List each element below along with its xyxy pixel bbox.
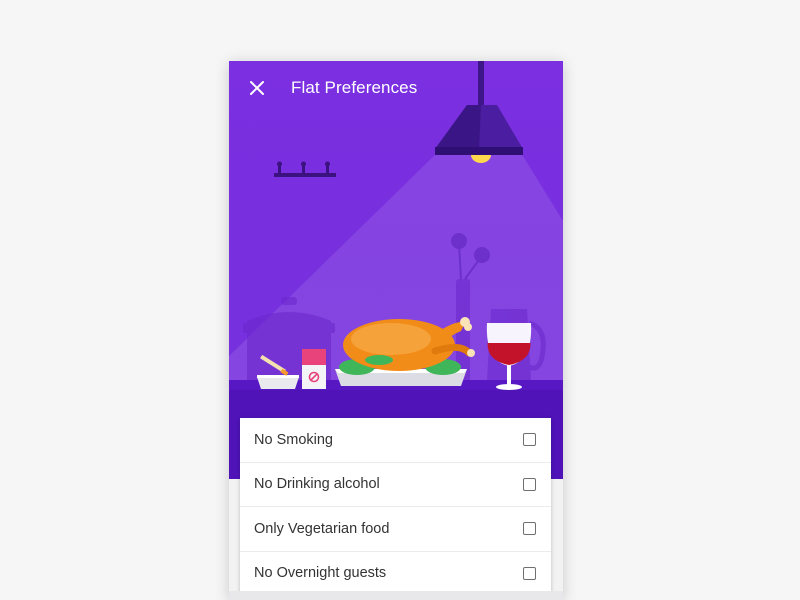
phone-screen: Flat Preferences No Smoking No Drinking …: [229, 61, 563, 600]
preference-row-no-drinking-alcohol[interactable]: No Drinking alcohol: [240, 463, 551, 507]
cigarette-pack-icon: [302, 349, 326, 389]
preferences-card: No Smoking No Drinking alcohol Only Vege…: [240, 418, 551, 595]
hero-illustration: Flat Preferences: [229, 61, 563, 479]
dining-scene-illustration: [229, 61, 563, 479]
preference-label: No Drinking alcohol: [254, 476, 380, 493]
preference-row-only-vegetarian-food[interactable]: Only Vegetarian food: [240, 507, 551, 552]
preference-row-no-smoking[interactable]: No Smoking: [240, 418, 551, 463]
wall-hook-icon: [274, 161, 336, 177]
close-icon: [250, 81, 264, 95]
page-title: Flat Preferences: [291, 78, 418, 97]
close-button[interactable]: [245, 76, 269, 100]
toolbar: Flat Preferences: [229, 61, 563, 115]
checkbox[interactable]: [523, 522, 536, 536]
preference-label: No Smoking: [254, 431, 333, 448]
preference-label: Only Vegetarian food: [254, 520, 390, 537]
preference-row-no-overnight-guests[interactable]: No Overnight guests: [240, 552, 551, 596]
bottom-strip: [229, 591, 563, 600]
checkbox[interactable]: [523, 566, 536, 580]
preference-label: No Overnight guests: [254, 565, 387, 582]
checkbox[interactable]: [523, 433, 536, 447]
checkbox[interactable]: [523, 477, 536, 491]
